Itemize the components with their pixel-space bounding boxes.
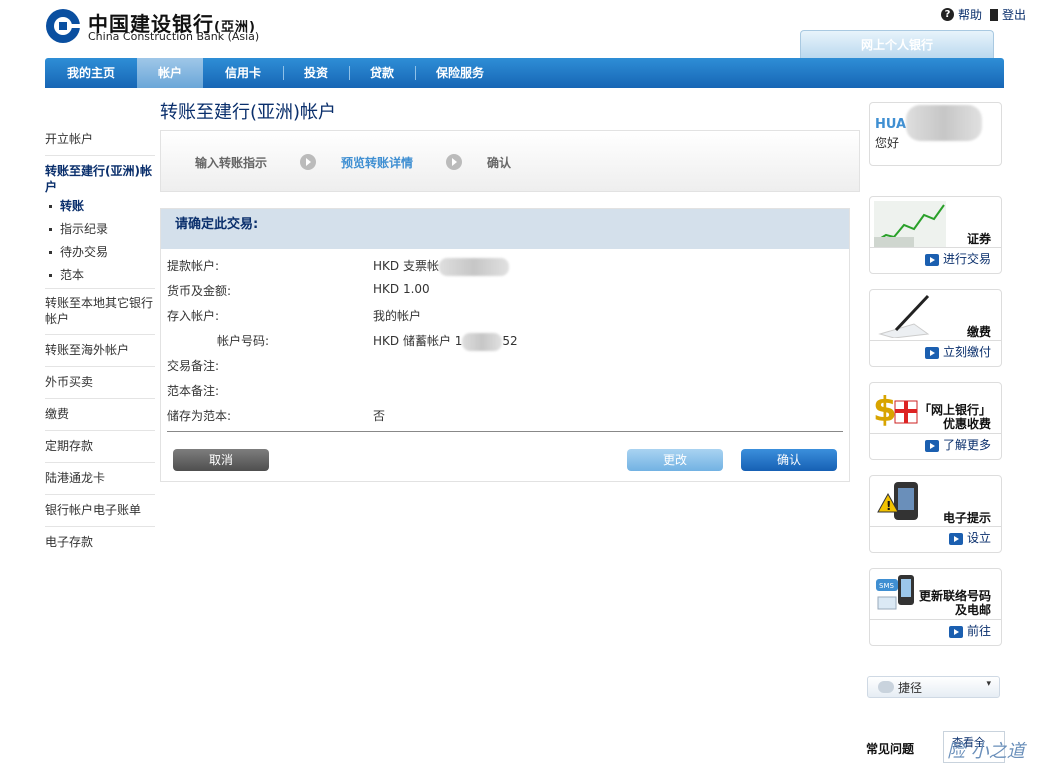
promo-link[interactable]: 设立 [948,529,991,546]
chevron-down-icon: ▾ [986,679,991,689]
promo-title: 更新联络号码 及电邮 [918,589,991,617]
page-title: 转账至建行(亚洲)帐户 [160,102,337,123]
menu-sub-records[interactable]: 指示纪录 [45,218,155,241]
left-menu: 开立帐户 转账至建行(亚洲)帐户 转账 指示纪录 待办交易 范本 转账至本地其它… [45,124,155,558]
play-icon [924,346,939,359]
promo-ebank-fee[interactable]: $ 「网上银行」 优惠收费 了解更多 [869,382,1002,460]
promo-link[interactable]: 立刻缴付 [924,343,991,360]
step-1: 输入转账指示 [195,156,268,170]
ebank-tab[interactable]: 网上个人银行 [800,30,994,59]
promo-securities[interactable]: 证券 进行交易 [869,196,1002,274]
nav-accounts[interactable]: 帐户 [137,58,203,88]
menu-bill-pay[interactable]: 缴费 [45,399,155,431]
promo-link[interactable]: 前往 [948,622,991,639]
sms-phone-icon: SMS [876,575,914,610]
nav-loan[interactable]: 贷款 [349,58,415,88]
nav-invest[interactable]: 投资 [283,58,349,88]
bullet-icon [49,205,52,208]
nav-insurance[interactable]: 保险服务 [415,58,505,88]
menu-time-deposit[interactable]: 定期存款 [45,431,155,463]
bank-logo[interactable]: 中国建设银行(亞洲) China Construction Bank (Asia… [45,8,305,46]
detail-row: 货币及金额: HKD 1.00 [167,282,430,298]
masked-value [906,105,983,141]
nav-home[interactable]: 我的主页 [45,58,137,88]
detail-row: 交易备注: [167,359,220,373]
shortcut-dropdown[interactable]: 捷径 ▾ [867,676,1000,698]
help-link[interactable]: 帮助 [958,6,982,23]
detail-row: 帐户号码: HKD 储蓄帐户 1 52 [217,332,518,351]
step-2: 预览转账详情 [341,156,414,170]
bullet-icon [49,274,52,277]
main-nav: 我的主页 帐户 信用卡 投资 贷款 保险服务 [45,58,1004,88]
menu-overseas-transfer[interactable]: 转账至海外帐户 [45,335,155,367]
promo-alerts[interactable]: ! 电子提示 设立 [869,475,1002,553]
menu-sub-transfer[interactable]: 转账 [45,195,155,218]
svg-text:$: $ [873,390,897,430]
promo-link[interactable]: 了解更多 [924,436,991,453]
logout-icon [989,8,998,21]
detail-row: 范本备注: [167,384,220,398]
logout-link[interactable]: 登出 [1002,6,1026,23]
step-3: 确认 [487,156,512,170]
confirm-panel: 请确定此交易: 提款帐户: HKD 支票帐 货币及金额: HKD 1.00 存入… [160,208,850,482]
top-links: ? 帮助 登出 [940,6,1026,23]
confirm-heading: 请确定此交易: [161,209,849,249]
divider [167,431,843,432]
gift-dollar-icon: $ [873,390,918,430]
mouse-icon [878,681,894,693]
masked-value [462,332,503,351]
menu-sub-templates[interactable]: 范本 [45,264,155,289]
faq-label[interactable]: 常见问题 [866,740,914,757]
promo-update-contact[interactable]: SMS 更新联络号码 及电邮 前往 [869,568,1002,646]
ccb-logo-icon [46,9,81,43]
menu-sub-pending[interactable]: 待办交易 [45,241,155,264]
play-icon [924,253,939,266]
modify-button[interactable]: 更改 [627,449,723,471]
play-icon [948,532,963,545]
promo-title: 电子提示 [942,511,991,525]
step-indicator: 输入转账指示 预览转账详情 确认 [160,130,860,192]
step-arrow-icon [300,154,316,170]
detail-row: 储存为范本: 否 [167,409,386,423]
menu-dragon-card[interactable]: 陆港通龙卡 [45,463,155,495]
help-icon: ? [940,8,954,21]
promo-title: 缴费 [966,325,991,339]
greeting: 您好 [875,136,900,150]
menu-fx[interactable]: 外币买卖 [45,367,155,399]
promo-link[interactable]: 进行交易 [924,250,991,267]
bullet-icon [49,251,52,254]
watermark: 险 小之道 [947,741,1025,762]
user-card: HUA 您好 [869,102,1002,166]
promo-billpay[interactable]: 缴费 立刻缴付 [869,289,1002,367]
promo-title: 「网上银行」 优惠收费 [918,403,991,431]
confirm-button[interactable]: 确认 [741,449,837,471]
detail-row: 提款帐户: HKD 支票帐 [167,257,509,276]
masked-value [438,257,509,276]
pen-paper-icon [878,294,930,338]
step-arrow-icon [446,154,462,170]
svg-text:!: ! [886,499,891,513]
play-icon [948,625,963,638]
svg-text:SMS: SMS [879,582,894,590]
bank-name-en: China Construction Bank (Asia) [88,30,260,43]
phone-alert-icon: ! [877,482,918,520]
menu-open-account[interactable]: 开立帐户 [45,124,155,156]
menu-e-deposit[interactable]: 电子存款 [45,527,155,558]
menu-group-ccba-transfer[interactable]: 转账至建行(亚洲)帐户 [45,156,155,195]
play-icon [924,439,939,452]
bullet-icon [49,228,52,231]
menu-estatement[interactable]: 银行帐户电子账单 [45,495,155,527]
detail-row: 存入帐户: 我的帐户 [167,309,422,323]
menu-local-transfer[interactable]: 转账至本地其它银行帐户 [45,289,155,335]
shortcut-label: 捷径 [898,681,923,695]
cancel-button[interactable]: 取消 [173,449,269,471]
nav-credit-card[interactable]: 信用卡 [203,58,283,88]
stock-chart-icon [874,201,946,247]
promo-title: 证券 [966,232,991,246]
